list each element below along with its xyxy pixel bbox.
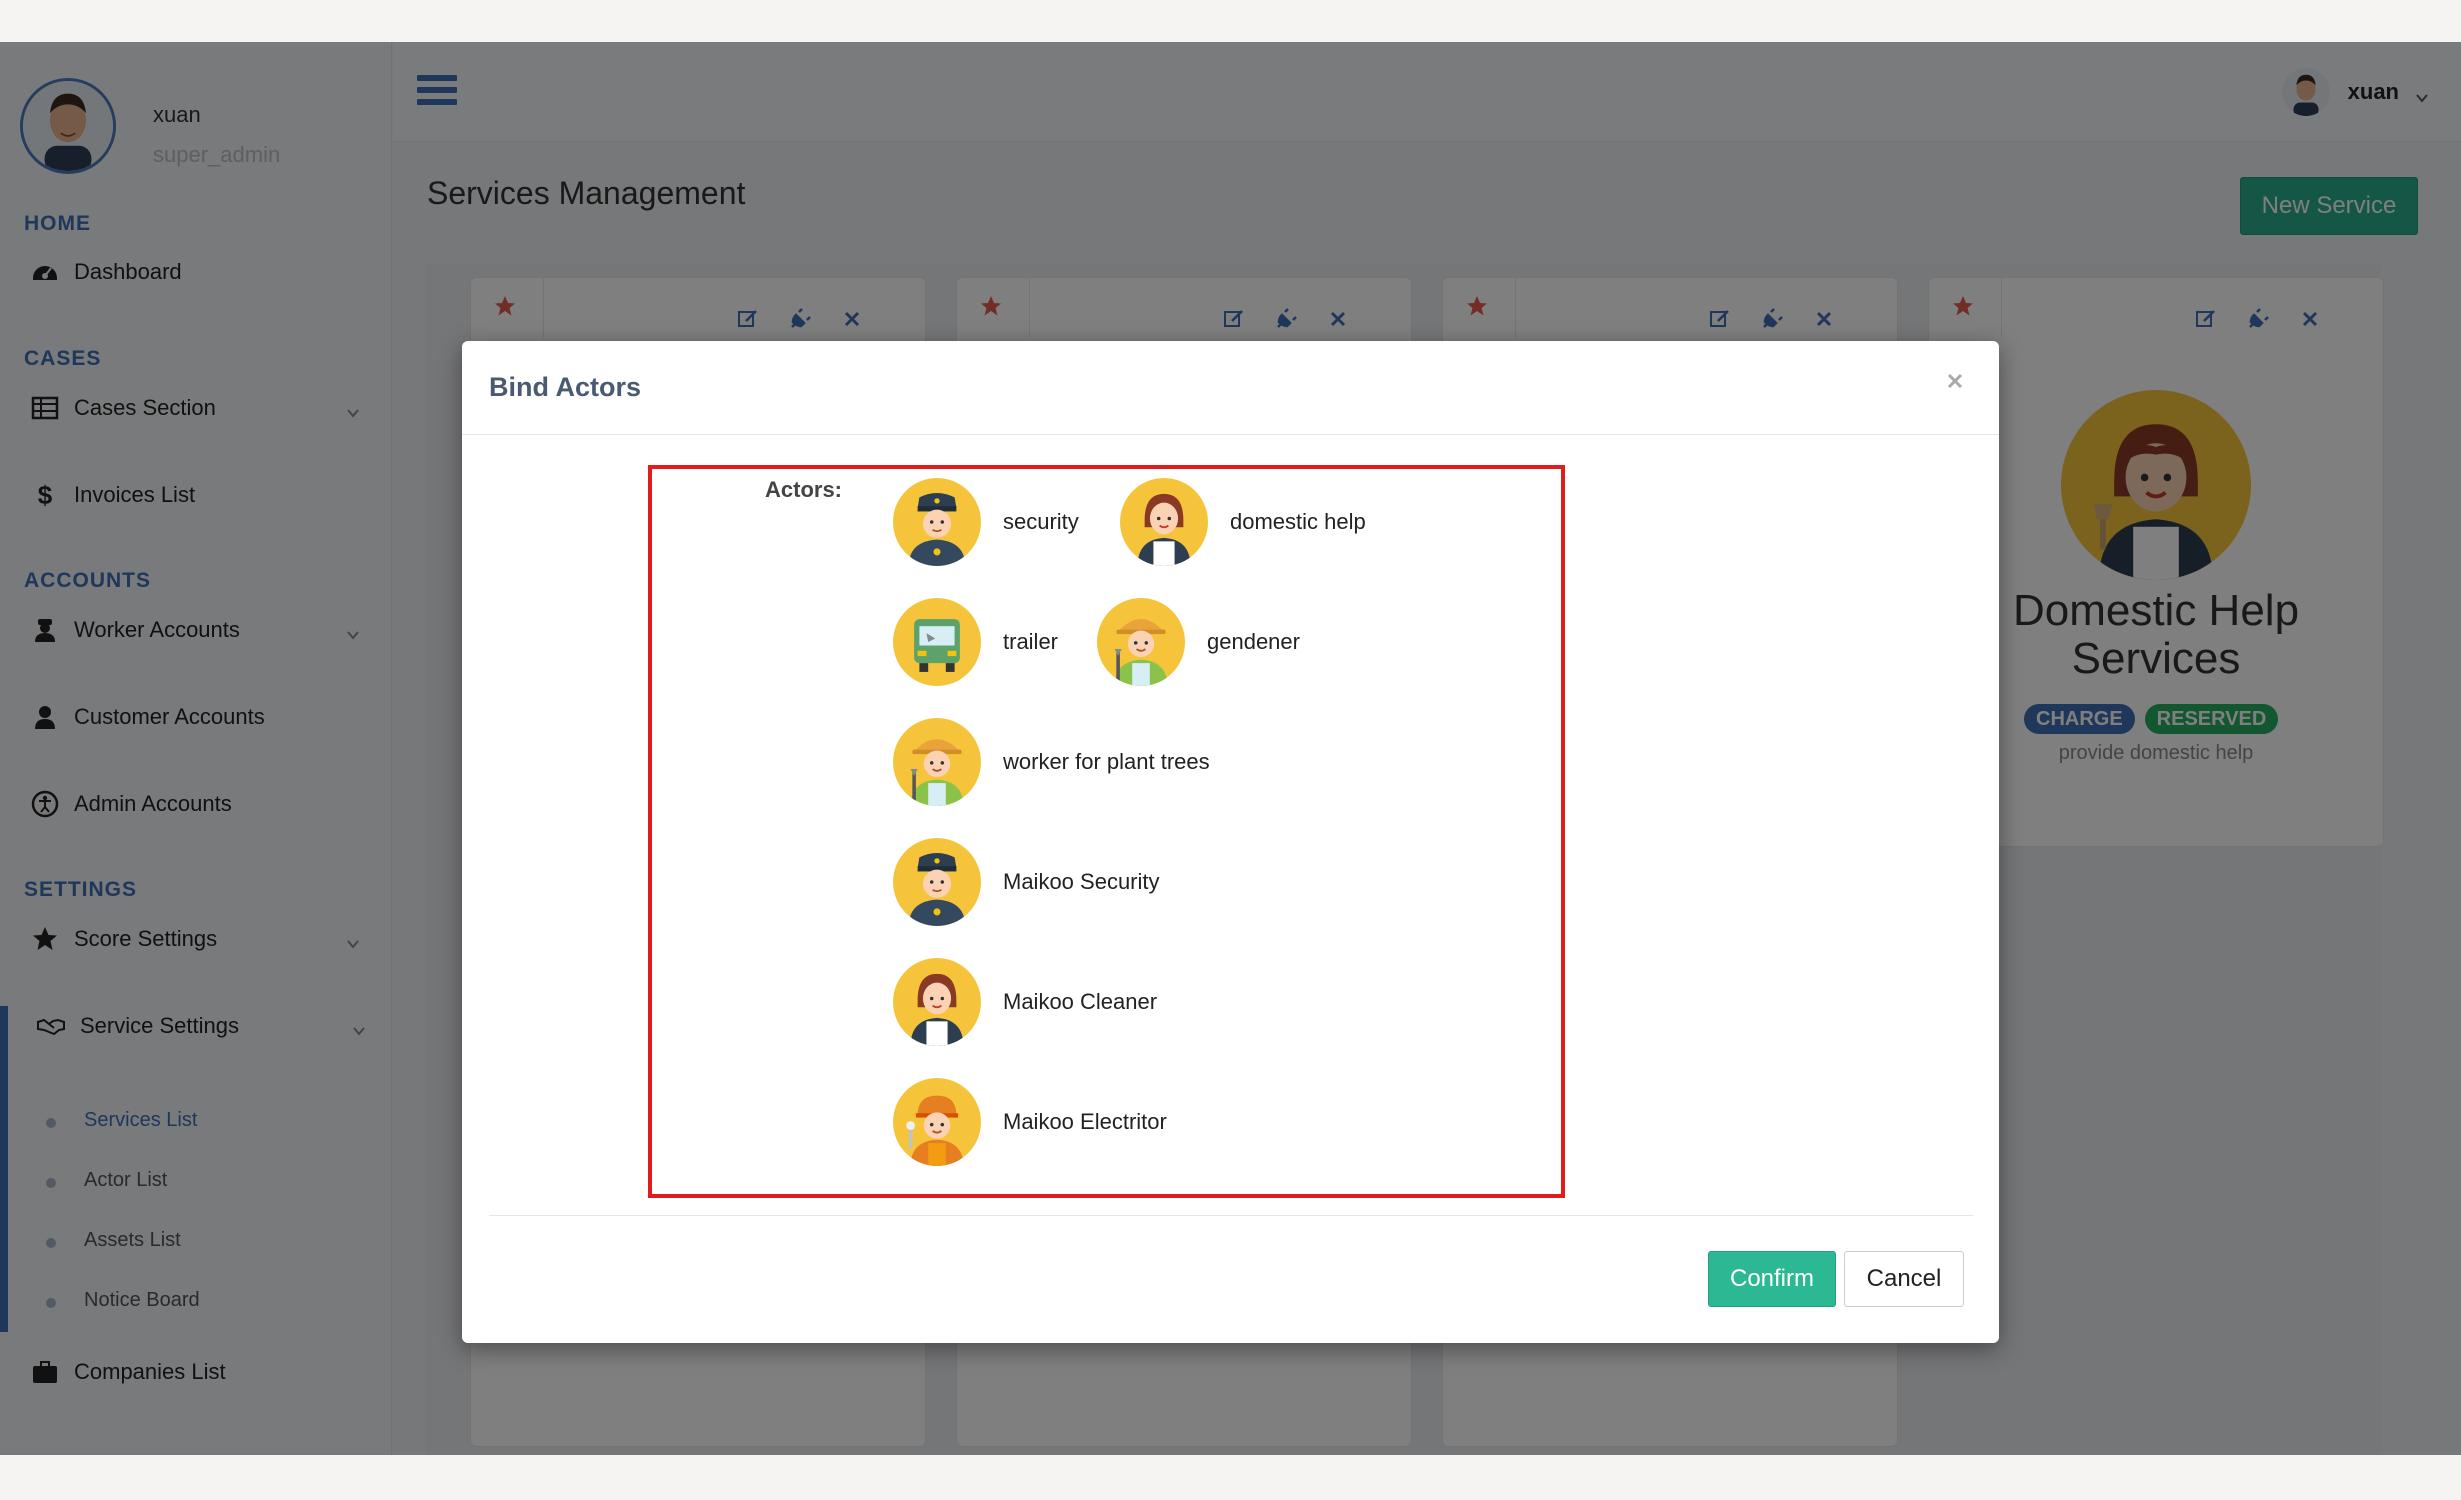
actor-name: security <box>1003 509 1079 534</box>
confirm-button[interactable]: Confirm <box>1708 1251 1836 1307</box>
cancel-button[interactable]: Cancel <box>1844 1251 1964 1307</box>
security-guard-avatar <box>893 838 981 926</box>
actor-option[interactable]: gendener <box>1097 598 1300 686</box>
bind-actors-modal: Bind Actors Actors: security domestic he… <box>462 341 1999 1343</box>
gardener-avatar <box>1097 598 1185 686</box>
actor-option[interactable]: security <box>893 478 1079 566</box>
housekeeper-avatar <box>893 958 981 1046</box>
actor-name: domestic help <box>1230 509 1366 534</box>
modal-header: Bind Actors <box>462 341 1999 435</box>
actor-name: Maikoo Electritor <box>1003 1109 1167 1134</box>
actor-name: gendener <box>1207 629 1300 654</box>
actors-label: Actors: <box>765 477 843 502</box>
actor-option[interactable]: Maikoo Cleaner <box>893 958 1157 1046</box>
truck-avatar <box>893 598 981 686</box>
electrician-avatar <box>893 1078 981 1166</box>
actor-name: worker for plant trees <box>1003 749 1210 774</box>
actor-option[interactable]: domestic help <box>1120 478 1366 566</box>
security-guard-avatar <box>893 478 981 566</box>
divider <box>489 1215 1973 1216</box>
housekeeper-avatar <box>1120 478 1208 566</box>
actor-option[interactable]: Maikoo Electritor <box>893 1078 1167 1166</box>
actor-name: Maikoo Cleaner <box>1003 989 1158 1014</box>
actor-option[interactable]: Maikoo Security <box>893 838 1160 926</box>
actor-name: trailer <box>1003 629 1059 654</box>
actor-option[interactable]: worker for plant trees <box>893 718 1210 806</box>
gardener-avatar <box>893 718 981 806</box>
close-icon[interactable] <box>1941 367 1969 395</box>
actor-option[interactable]: trailer <box>893 598 1058 686</box>
modal-title: Bind Actors <box>489 372 642 402</box>
actor-name: Maikoo Security <box>1003 869 1160 894</box>
